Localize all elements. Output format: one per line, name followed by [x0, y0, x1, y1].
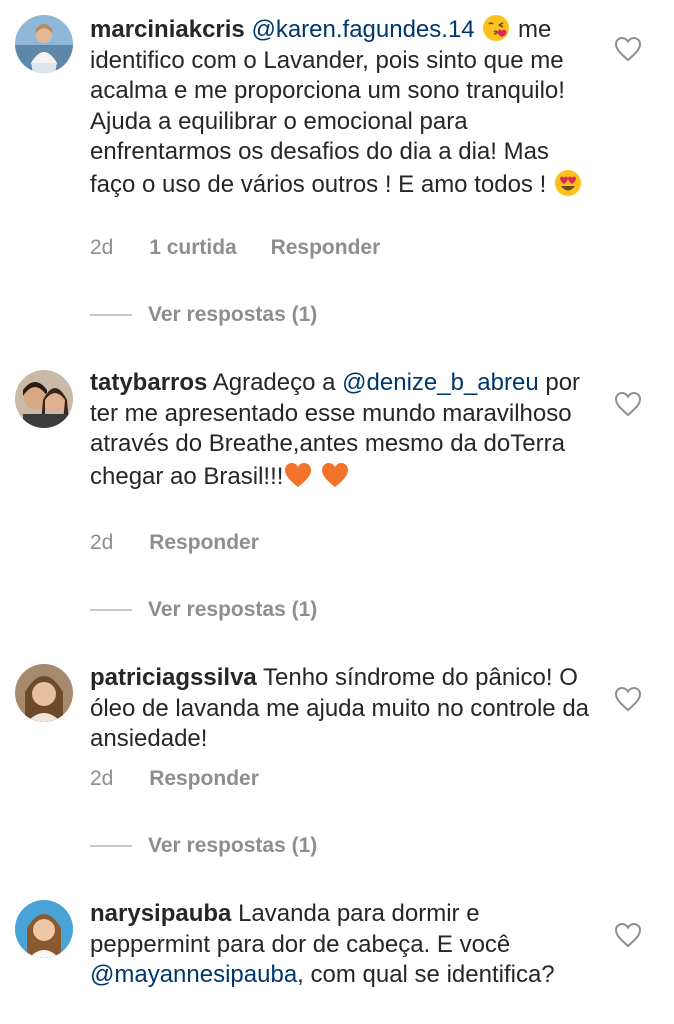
comment-username[interactable]: patriciagssilva — [90, 664, 257, 691]
reply-button[interactable]: Responder — [149, 767, 259, 791]
orange-heart-emoji — [320, 460, 350, 490]
comment-meta: 2d Responder — [90, 531, 287, 555]
kissing-heart-emoji — [481, 13, 511, 43]
like-button[interactable] — [614, 922, 642, 948]
heart-eyes-emoji — [553, 168, 583, 198]
avatar[interactable] — [15, 370, 73, 428]
like-button[interactable] — [614, 391, 642, 417]
comments-feed: marciniakcris @karen.fagundes.14 me iden… — [0, 0, 674, 1024]
heart-outline-icon — [614, 922, 642, 948]
avatar[interactable] — [15, 900, 73, 958]
comment-time: 2d — [90, 236, 114, 259]
comment-text-before: Agradeço a — [212, 369, 336, 396]
avatar[interactable] — [15, 664, 73, 722]
comment-time: 2d — [90, 531, 114, 554]
comment-body: narysipauba Lavanda para dormir e pepper… — [90, 899, 590, 991]
comment-username[interactable]: marciniakcris — [90, 16, 245, 43]
comment-meta: 2d Responder — [90, 767, 287, 791]
comment-body: patriciagssilva Tenho síndrome do pânico… — [90, 663, 590, 755]
comment-body: tatybarros Agradeço a @denize_b_abreu po… — [90, 368, 590, 492]
replies-divider — [90, 609, 132, 611]
comment-time: 2d — [90, 767, 114, 790]
view-replies-button[interactable]: Ver respostas (1) — [90, 303, 317, 327]
comment-mention[interactable]: @denize_b_abreu — [342, 369, 539, 396]
comment-username[interactable]: narysipauba — [90, 900, 231, 927]
like-button[interactable] — [614, 686, 642, 712]
comment-username[interactable]: tatybarros — [90, 369, 207, 396]
view-replies-button[interactable]: Ver respostas (1) — [90, 598, 317, 622]
comment-meta: 2d 1 curtida Responder — [90, 236, 408, 260]
comment-mention[interactable]: @karen.fagundes.14 — [251, 16, 474, 43]
comment-mention[interactable]: @mayannesipauba — [90, 961, 297, 988]
comment-body: marciniakcris @karen.fagundes.14 me iden… — [90, 13, 590, 200]
view-replies-label: Ver respostas (1) — [148, 598, 318, 621]
replies-divider — [90, 314, 132, 316]
replies-divider — [90, 845, 132, 847]
reply-button[interactable]: Responder — [271, 236, 381, 260]
like-button[interactable] — [614, 36, 642, 62]
view-replies-label: Ver respostas (1) — [148, 834, 318, 857]
avatar[interactable] — [15, 15, 73, 73]
comment-text: me identifico com o Lavander, pois sinto… — [90, 16, 565, 198]
orange-heart-emoji — [283, 460, 313, 490]
reply-button[interactable]: Responder — [149, 531, 259, 555]
heart-outline-icon — [614, 686, 642, 712]
view-replies-button[interactable]: Ver respostas (1) — [90, 834, 317, 858]
comment-text-after: , com qual se identifica? — [297, 961, 555, 988]
heart-outline-icon — [614, 36, 642, 62]
view-replies-label: Ver respostas (1) — [148, 303, 318, 326]
heart-outline-icon — [614, 391, 642, 417]
comment-likes[interactable]: 1 curtida — [149, 236, 237, 260]
